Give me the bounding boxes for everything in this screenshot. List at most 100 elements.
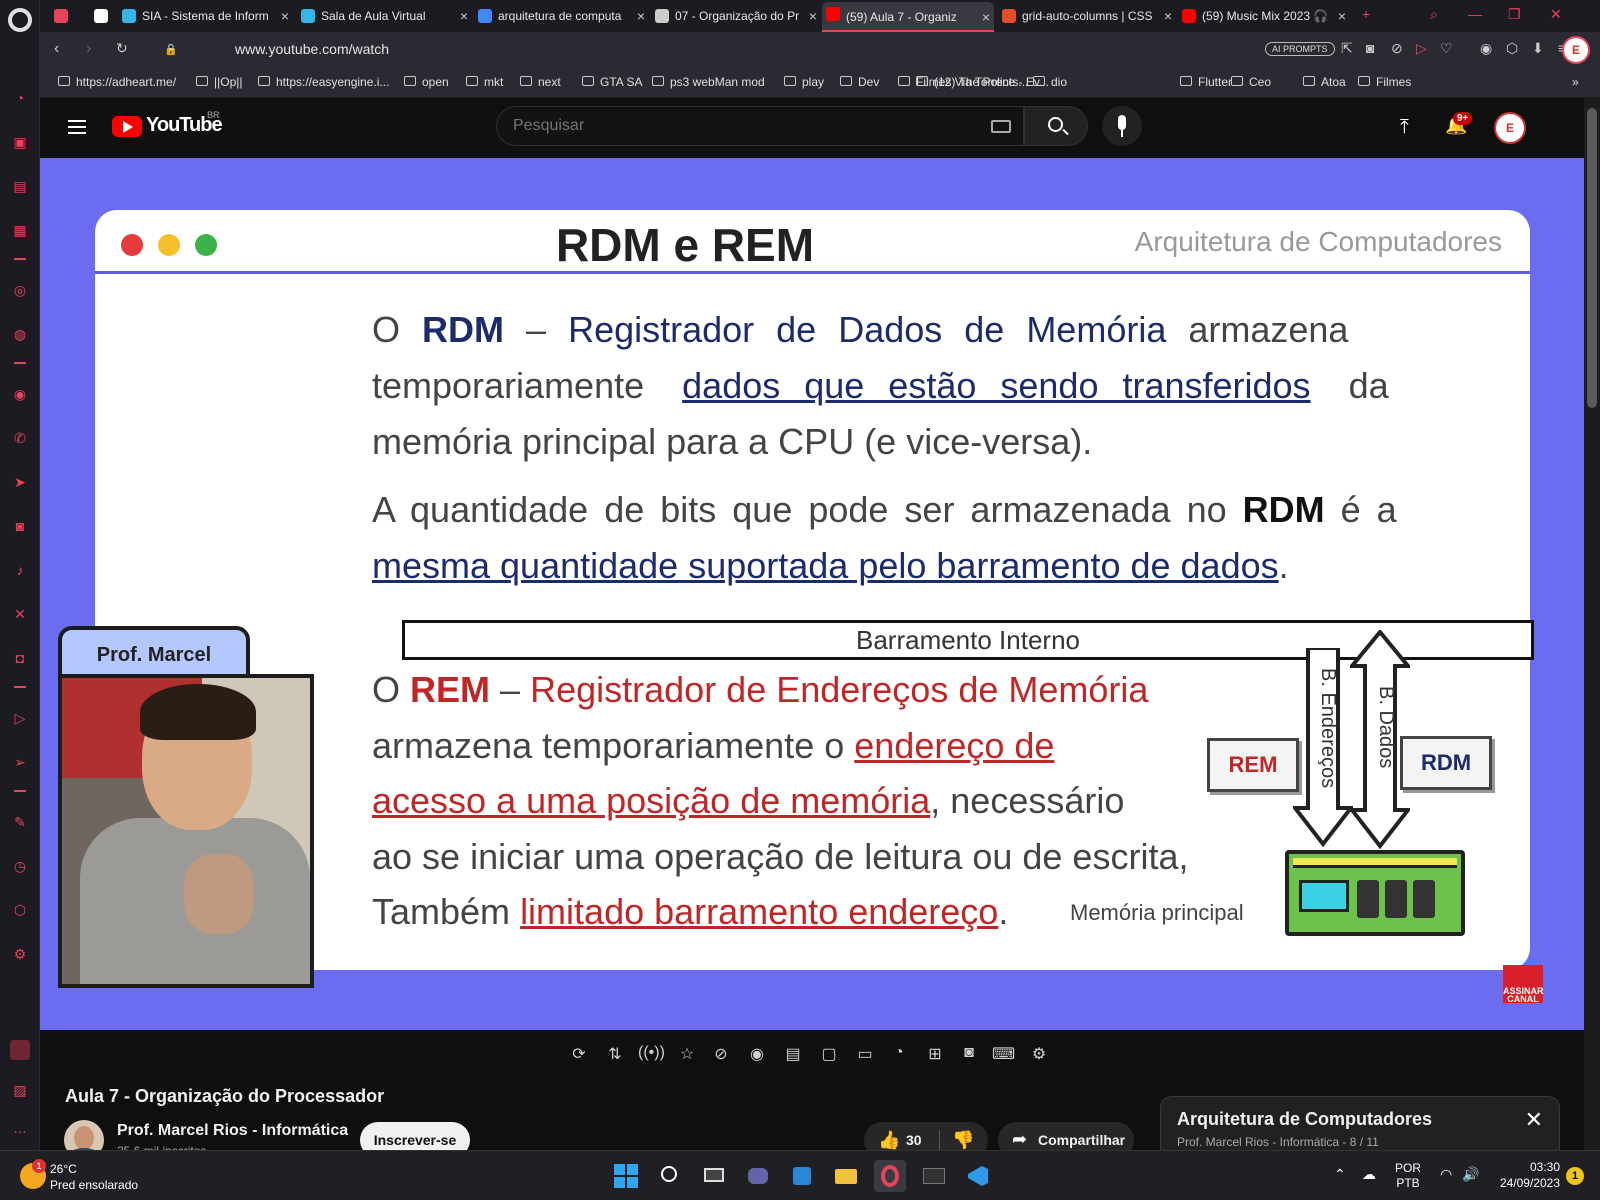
more-icon[interactable]: … [10,1118,30,1138]
x-twitter-icon[interactable]: ✕ [10,604,30,624]
onedrive-cloud-icon[interactable]: ☁ [1362,1166,1376,1183]
loop-icon[interactable]: ⟳ [568,1044,590,1063]
player-icon[interactable]: ▷ [10,708,30,728]
cinema-icon[interactable]: ▤ [782,1044,804,1063]
cube-icon[interactable]: ⬡ [10,900,30,920]
bookmark-item[interactable]: Flutter [1180,75,1232,89]
back-icon[interactable]: ‹ [54,40,59,58]
browser-tab[interactable]: (59) Music Mix 2023 🎧 × [1178,4,1350,28]
notification-badge[interactable]: 1 [1566,1167,1584,1185]
browser-tab[interactable] [50,4,86,28]
browser-tab[interactable]: arquitetura de computa × [474,4,649,28]
discord-icon[interactable]: ◘ [10,648,30,668]
history-icon[interactable]: ◷ [10,856,30,876]
bookmark-item[interactable]: Dev [840,75,879,89]
telegram-icon[interactable]: ➤ [10,472,30,492]
browser-tab[interactable] [90,4,116,28]
bookmark-item[interactable]: https://adheart.me/ [58,75,176,89]
download-icon[interactable]: ⬇ [1532,40,1544,57]
tab-close-icon[interactable]: × [281,4,289,28]
browser-tab[interactable]: grid-auto-columns | CSS × [998,4,1176,28]
reload-icon[interactable]: ↻ [116,40,128,57]
theater-icon[interactable]: ▭ [854,1044,876,1063]
keyboard-icon[interactable] [991,120,1011,133]
extension-icon[interactable] [10,1040,30,1060]
like-thumbs-up-icon[interactable]: 👍 [878,1130,900,1151]
settings-gear-icon[interactable]: ⚙ [1028,1044,1050,1063]
chat-icon[interactable]: ◍ [10,324,30,344]
bookmark-item[interactable]: Ceo [1231,75,1271,89]
speed-dial-icon[interactable]: ◔ [10,88,30,108]
dislike-thumbs-down-icon[interactable]: 👎 [952,1130,974,1151]
cube-icon[interactable]: ⬡ [1506,40,1518,57]
browser-tab[interactable]: SIA - Sistema de Inform × [118,4,293,28]
search-input[interactable] [513,117,973,135]
minimize-icon[interactable]: — [1468,6,1482,22]
send-icon[interactable]: ➢ [10,752,30,772]
windows-start-icon[interactable] [614,1164,638,1188]
bookmark-item[interactable]: GTA SA [582,75,642,89]
add-frame-icon[interactable]: ⊞ [924,1044,946,1063]
bookmark-item[interactable]: next [520,75,561,89]
search-icon[interactable] [654,1160,686,1192]
close-icon[interactable]: ✕ [1525,1107,1543,1133]
block-icon[interactable]: ⊘ [1391,40,1403,57]
file-explorer-icon[interactable] [830,1160,862,1192]
snapshot-icon[interactable]: ◙ [1366,40,1374,56]
search-button[interactable] [1024,106,1088,146]
broadcast-icon[interactable]: ((•)) [638,1044,665,1062]
view-icon[interactable]: ◉ [746,1044,768,1063]
player-icon[interactable]: ▷ [1416,40,1427,57]
settings-gear-icon[interactable]: ⚙ [10,944,30,964]
bookmark-item[interactable]: Filmes [1358,75,1411,89]
twitch-icon[interactable]: ▤ [10,176,30,196]
wifi-icon[interactable]: ◠ [1440,1166,1452,1183]
browser-tab[interactable]: 07 - Organização do Pr × [651,4,821,28]
input-language[interactable]: POR PTB [1395,1161,1421,1191]
ad-block-icon[interactable]: ⊘ [710,1044,732,1063]
new-tab-icon[interactable]: + [1362,6,1370,22]
bookmark-item[interactable]: ||Op|| [196,75,242,89]
voice-search-mic-icon[interactable] [1102,106,1142,146]
scrollbar-thumb[interactable] [1587,108,1597,408]
apps-icon[interactable]: ▦ [10,220,30,240]
sort-icon[interactable]: ⇅ [604,1044,626,1063]
send-to-icon[interactable]: ⇱ [1341,40,1353,57]
bookmark-item[interactable]: dio [1033,75,1067,89]
messenger-icon[interactable]: ◉ [10,384,30,404]
bookmark-item[interactable]: mkt [466,75,503,89]
bookmarks-overflow-icon[interactable]: » [1572,75,1579,89]
whatsapp-icon[interactable]: ✆ [10,428,30,448]
restore-icon[interactable]: ❐ [1508,6,1521,23]
tab-close-icon[interactable]: × [809,4,817,28]
aria-ai-icon[interactable]: ◎ [10,280,30,300]
edit-icon[interactable]: ✎ [10,812,30,832]
speed-icon[interactable]: ◔ [888,1044,910,1062]
weather-description[interactable]: Pred ensolarado [50,1178,138,1192]
tab-search-icon[interactable]: ⌕ [1430,6,1438,23]
tab-close-icon[interactable]: × [637,4,645,28]
terminal-icon[interactable] [918,1160,950,1192]
bookmark-item[interactable]: play [784,75,824,89]
video-player[interactable]: RDM e REM Arquitetura de Computadores O … [40,158,1584,1030]
hamburger-menu-icon[interactable] [68,120,86,134]
keyboard-icon[interactable]: ⌨ [992,1044,1015,1063]
youtube-logo-icon[interactable] [112,116,142,137]
like-count[interactable]: 30 [906,1132,922,1148]
bookmark-item[interactable]: ps3 webMan mod [652,75,765,89]
star-icon[interactable]: ☆ [676,1044,698,1063]
tab-close-icon[interactable]: × [460,4,468,28]
fit-icon[interactable]: ▢ [818,1044,840,1063]
weather-temperature[interactable]: 26°C [50,1162,77,1176]
store-icon[interactable] [786,1160,818,1192]
opera-taskbar-icon[interactable] [874,1160,906,1192]
instagram-icon[interactable]: ◙ [10,516,30,536]
upload-icon[interactable]: ⤒ [1400,116,1409,139]
browser-tab[interactable]: Sala de Aula Virtual × [297,4,472,28]
playlist-channel[interactable]: Prof. Marcel Rios - Informática [1177,1135,1339,1149]
subscribe-watermark[interactable]: ASSINAR CANAL [1503,965,1544,1004]
volume-icon[interactable]: 🔊 [1462,1166,1479,1183]
opera-logo-icon[interactable] [8,8,32,32]
bookmark-item[interactable]: https://easyengine.i... [258,75,389,89]
account-avatar[interactable]: E [1494,112,1526,144]
